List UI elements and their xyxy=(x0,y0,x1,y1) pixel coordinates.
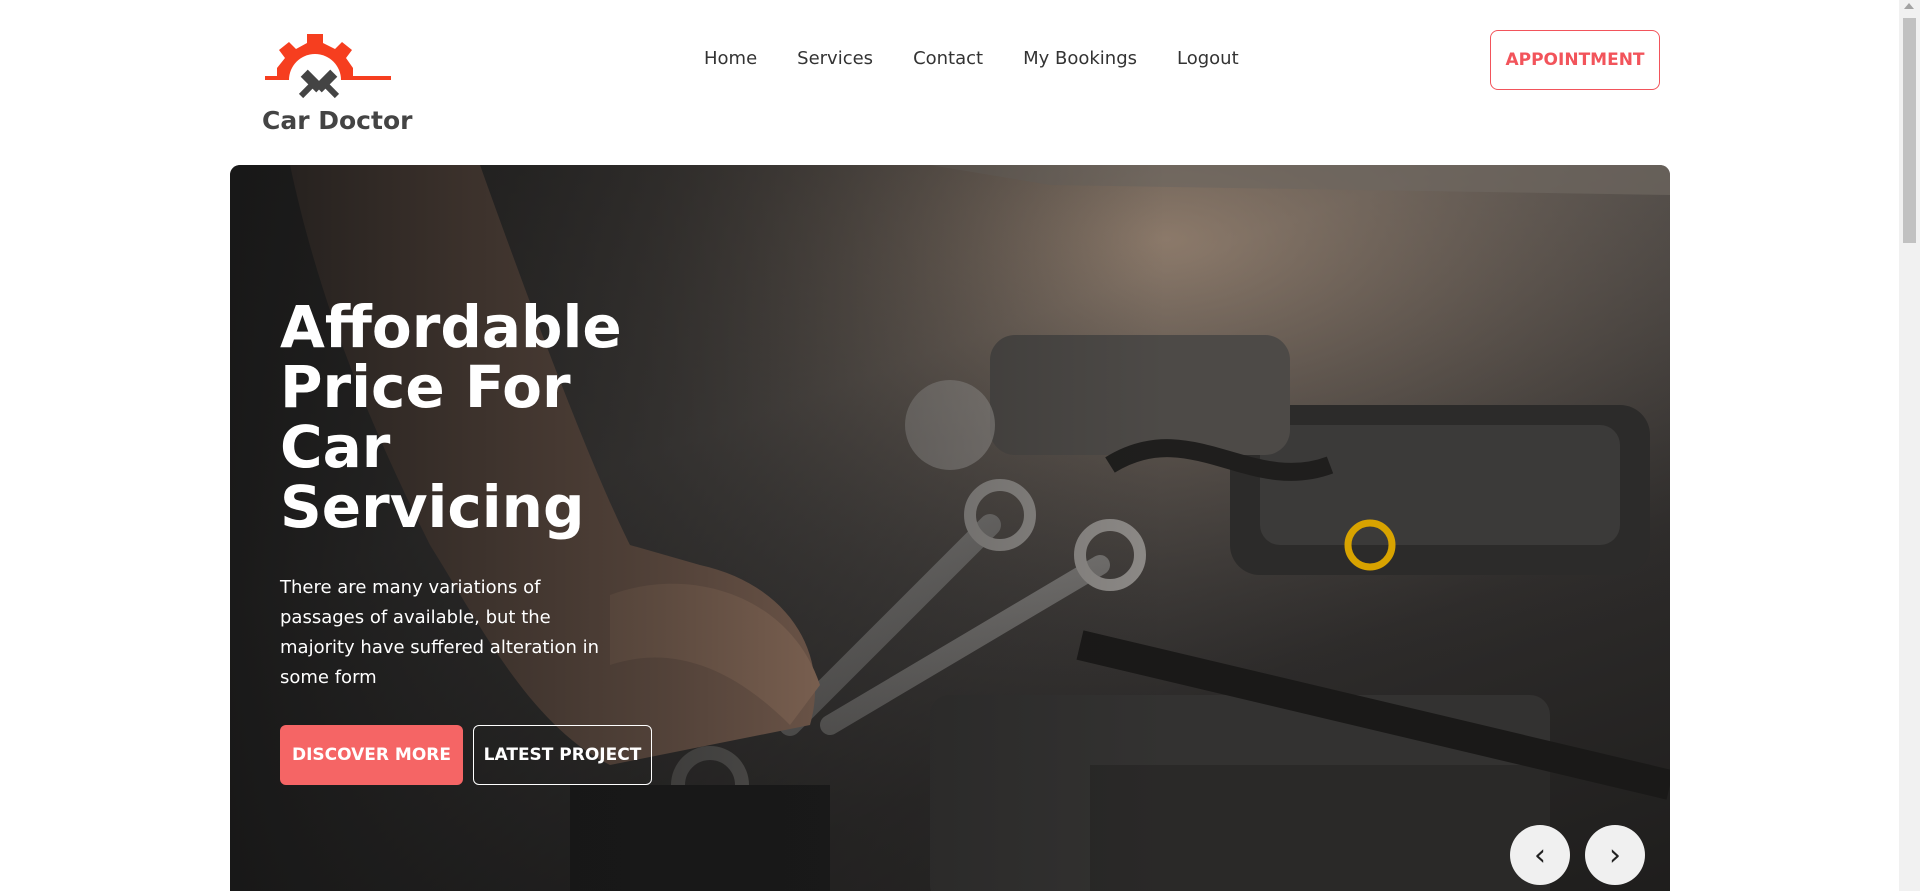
main-nav: Home Services Contact My Bookings Logout xyxy=(704,48,1239,69)
slider-prev-button[interactable]: ‹ xyxy=(1510,825,1570,885)
nav-item-services[interactable]: Services xyxy=(797,48,873,69)
page: Car Doctor Home Services Contact My Book… xyxy=(0,0,1920,891)
slider-next-button[interactable]: › xyxy=(1585,825,1645,885)
chevron-left-icon: ‹ xyxy=(1534,837,1546,873)
chevron-right-icon: › xyxy=(1609,837,1621,873)
discover-more-button[interactable]: DISCOVER MORE xyxy=(280,725,463,785)
nav-item-my-bookings[interactable]: My Bookings xyxy=(1023,48,1137,69)
gear-logo-icon xyxy=(265,34,391,99)
hero-title: Affordable Price For Car Servicing xyxy=(280,293,622,541)
hero-description: There are many variations of passages of… xyxy=(280,577,599,688)
nav-item-logout[interactable]: Logout xyxy=(1177,48,1239,69)
page-scrollbar[interactable] xyxy=(1899,0,1920,891)
brand-name: Car Doctor xyxy=(262,106,413,135)
nav-item-home[interactable]: Home xyxy=(704,48,757,69)
appointment-button[interactable]: APPOINTMENT xyxy=(1490,30,1660,90)
nav-item-contact[interactable]: Contact xyxy=(913,48,983,69)
hero-banner: Affordable Price For Car Servicing There… xyxy=(230,165,1670,891)
latest-project-button[interactable]: LATEST PROJECT xyxy=(473,725,652,785)
scrollbar-thumb[interactable] xyxy=(1903,18,1916,243)
brand-logo[interactable]: Car Doctor xyxy=(258,26,412,141)
scroll-up-arrow-icon[interactable] xyxy=(1904,3,1914,9)
